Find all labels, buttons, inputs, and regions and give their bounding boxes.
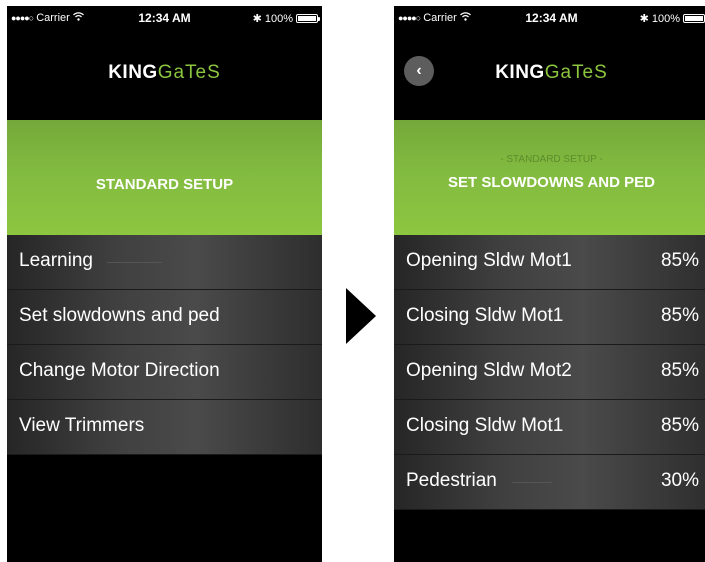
play-arrow-icon xyxy=(346,288,376,344)
setting-label: Opening Sldw Mot2 xyxy=(406,360,572,381)
battery-percent: 100% xyxy=(651,12,680,25)
setting-row-closing-sldw-mot1-2[interactable]: Closing Sldw Mot1 85% xyxy=(394,400,705,455)
setting-label: Opening Sldw Mot1 xyxy=(406,250,572,271)
logo-gates: GaTeS xyxy=(544,62,608,83)
menu-item-change-motor-direction[interactable]: Change Motor Direction xyxy=(7,345,322,400)
logo-king: KING xyxy=(108,62,158,83)
status-bar: ●●●●○ Carrier 12:34 AM ✱ 100% xyxy=(394,6,705,32)
logo-gates: GaTeS xyxy=(157,62,221,83)
setting-row-closing-sldw-mot1[interactable]: Closing Sldw Mot1 85% xyxy=(394,290,705,345)
kinggates-logo: KINGGaTeS xyxy=(7,62,322,84)
menu-item-label: View Trimmers xyxy=(19,415,145,436)
slowdown-settings-list: Opening Sldw Mot1 85% Closing Sldw Mot1 … xyxy=(394,235,705,510)
page-title: STANDARD SETUP xyxy=(95,176,234,193)
battery-percent: 100% xyxy=(264,12,293,25)
section-banner: - STANDARD SETUP - SET SLOWDOWNS AND PED xyxy=(394,120,705,235)
setting-row-opening-sldw-mot2[interactable]: Opening Sldw Mot2 85% xyxy=(394,345,705,400)
divider xyxy=(512,482,552,483)
bluetooth-icon: ✱ xyxy=(639,13,649,25)
setting-value: 85% xyxy=(660,415,699,436)
menu-item-learning[interactable]: Learning xyxy=(7,235,322,290)
setting-value: 30% xyxy=(660,470,699,491)
battery-icon xyxy=(683,14,705,23)
menu-item-view-trimmers[interactable]: View Trimmers xyxy=(7,400,322,455)
setting-label: Closing Sldw Mot1 xyxy=(406,305,564,326)
setting-row-opening-sldw-mot1[interactable]: Opening Sldw Mot1 85% xyxy=(394,235,705,290)
menu-item-label: Change Motor Direction xyxy=(19,360,220,381)
phone-screen-standard-setup: ●●●●○ Carrier 12:34 AM ✱ 100% KINGGaTeS … xyxy=(7,6,322,562)
setting-label: Pedestrian xyxy=(406,470,497,491)
menu-item-label: Set slowdowns and ped xyxy=(19,305,220,326)
divider xyxy=(107,262,162,263)
menu-item-set-slowdowns[interactable]: Set slowdowns and ped xyxy=(7,290,322,345)
setting-value: 85% xyxy=(660,305,699,326)
page-title: SET SLOWDOWNS AND PED xyxy=(448,174,655,191)
breadcrumb: - STANDARD SETUP - xyxy=(500,154,603,165)
phone-screen-set-slowdowns: ●●●●○ Carrier 12:34 AM ✱ 100% ‹ KINGGaTe… xyxy=(394,6,705,562)
bluetooth-icon: ✱ xyxy=(252,13,262,25)
setup-menu-list: Learning Set slowdowns and ped Change Mo… xyxy=(7,235,322,455)
status-bar: ●●●●○ Carrier 12:34 AM ✱ 100% xyxy=(7,6,322,32)
setting-row-pedestrian[interactable]: Pedestrian 30% xyxy=(394,455,705,510)
setting-value: 85% xyxy=(660,360,699,381)
battery-icon xyxy=(296,14,320,23)
logo-king: KING xyxy=(495,62,545,83)
section-banner: STANDARD SETUP xyxy=(7,120,322,235)
menu-item-label: Learning xyxy=(19,250,93,271)
kinggates-logo: KINGGaTeS xyxy=(394,62,705,84)
setting-label: Closing Sldw Mot1 xyxy=(406,415,564,436)
setting-value: 85% xyxy=(660,250,699,271)
